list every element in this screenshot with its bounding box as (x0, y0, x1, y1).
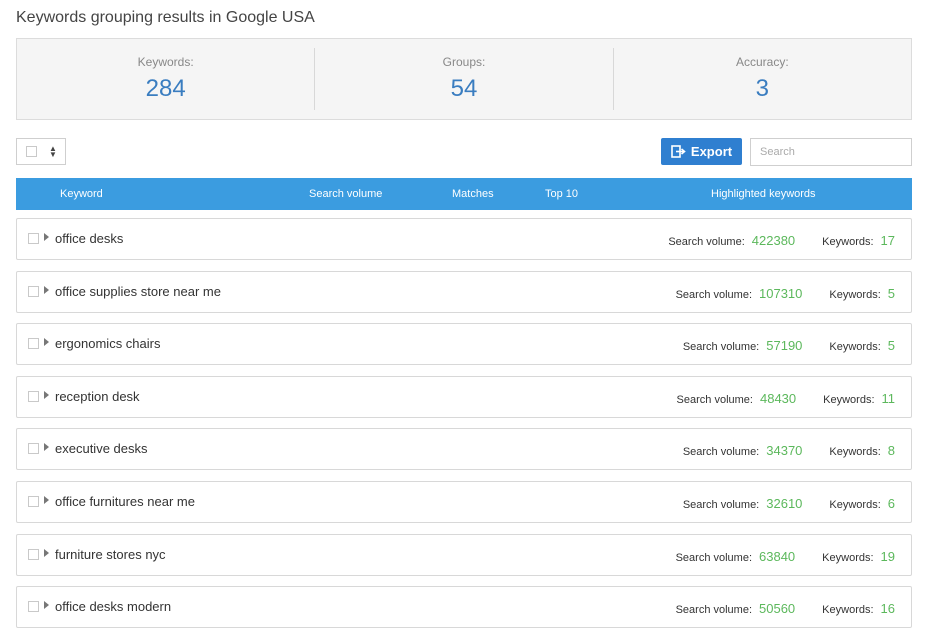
row-checkbox[interactable] (28, 286, 39, 297)
search-volume-label: Search volume: (668, 236, 745, 248)
search-input[interactable] (750, 138, 912, 166)
column-highlighted-keywords[interactable]: Highlighted keywords (711, 188, 816, 200)
search-volume-value: 422380 (751, 233, 796, 248)
stat-accuracy: Accuracy: 3 (614, 48, 911, 110)
row-metrics: Search volume: 422380 Keywords: 17 (668, 233, 895, 248)
stat-keywords: Keywords: 284 (17, 48, 316, 110)
keywords-count-label: Keywords: (829, 446, 881, 458)
export-label: Export (690, 144, 733, 159)
search-volume-label: Search volume: (675, 289, 753, 301)
select-all-dropdown[interactable]: ▲ ▼ (16, 138, 66, 165)
search-volume-label: Search volume: (682, 446, 760, 458)
group-keyword: executive desks (55, 441, 148, 456)
group-keyword: furniture stores nyc (55, 547, 166, 562)
search-volume-value: 32610 (766, 496, 803, 511)
keywords-count-label: Keywords: (829, 289, 881, 301)
keywords-count-value: 19 (880, 549, 895, 564)
search-volume-label: Search volume: (682, 341, 760, 353)
column-search-volume[interactable]: Search volume (309, 188, 382, 200)
search-volume-value: 107310 (759, 286, 803, 301)
keywords-count-label: Keywords: (822, 604, 874, 616)
search-volume-label: Search volume: (675, 552, 753, 564)
row-metrics: Search volume: 50560 Keywords: 16 (676, 601, 895, 616)
table-row[interactable]: furniture stores nyc Search volume: 63840 K… (16, 534, 912, 576)
keywords-count-value: 6 (887, 496, 895, 511)
stat-label: Groups: (442, 55, 486, 69)
expand-caret-icon[interactable] (44, 233, 49, 241)
column-keyword[interactable]: Keyword (60, 188, 103, 200)
column-matches[interactable]: Matches (452, 188, 494, 200)
row-metrics: Search volume: 34370 Keywords: 8 (683, 443, 895, 458)
table-header: Keyword Search volume Matches Top 10 Hig… (16, 178, 912, 210)
keywords-count-label: Keywords: (822, 552, 874, 564)
keywords-count-value: 11 (881, 391, 896, 406)
keywords-count-value: 5 (887, 338, 895, 353)
table-row[interactable]: office supplies store near me Search volu… (16, 271, 912, 313)
expand-caret-icon[interactable] (44, 391, 49, 399)
keywords-count-label: Keywords: (822, 236, 874, 248)
table-row[interactable]: office furnitures near me Search volume: 3… (16, 481, 912, 523)
expand-caret-icon[interactable] (44, 443, 49, 451)
search-volume-label: Search volume: (682, 499, 760, 511)
keywords-count-value: 17 (880, 233, 895, 248)
search-volume-value: 63840 (759, 549, 796, 564)
search-volume-label: Search volume: (676, 394, 753, 406)
group-keyword: office desks (55, 231, 124, 246)
keywords-count-label: Keywords: (823, 394, 875, 406)
stat-value: 3 (755, 75, 769, 102)
row-checkbox[interactable] (28, 233, 39, 244)
row-metrics: Search volume: 57190 Keywords: 5 (683, 338, 895, 353)
keywords-count-label: Keywords: (829, 499, 881, 511)
table-row[interactable]: executive desks Search volume: 34370 Keywor… (16, 428, 912, 470)
stat-groups: Groups: 54 (315, 48, 614, 110)
row-metrics: Search volume: 107310 Keywords: 5 (676, 286, 895, 301)
row-metrics: Search volume: 32610 Keywords: 6 (683, 496, 895, 511)
table-row[interactable]: reception desk Search volume: 48430 Keyword… (16, 376, 912, 418)
group-keyword: office supplies store near me (55, 284, 221, 299)
keywords-count-value: 16 (880, 601, 895, 616)
expand-caret-icon[interactable] (44, 601, 49, 609)
table-row[interactable]: office desks Search volume: 422380 Keywords… (16, 218, 912, 260)
stat-value: 284 (145, 75, 186, 102)
stat-label: Keywords: (137, 55, 194, 69)
keywords-count-value: 8 (887, 443, 895, 458)
search-volume-label: Search volume: (675, 604, 753, 616)
expand-caret-icon[interactable] (44, 286, 49, 294)
search-volume-value: 34370 (766, 443, 803, 458)
row-metrics: Search volume: 48430 Keywords: 11 (677, 391, 895, 406)
row-checkbox[interactable] (28, 601, 39, 612)
group-keyword: ergonomics chairs (55, 336, 161, 351)
stats-panel: Keywords: 284 Groups: 54 Accuracy: 3 (16, 38, 912, 120)
stat-label: Accuracy: (735, 55, 789, 69)
up-down-arrows-icon[interactable]: ▲ ▼ (49, 144, 57, 158)
row-metrics: Search volume: 63840 Keywords: 19 (676, 549, 895, 564)
search-volume-value: 57190 (766, 338, 803, 353)
search-volume-value: 48430 (759, 391, 797, 406)
export-button[interactable]: Export (661, 138, 742, 165)
search-volume-value: 50560 (759, 601, 796, 616)
keywords-count-value: 5 (887, 286, 895, 301)
row-checkbox[interactable] (28, 391, 39, 402)
table-row[interactable]: office desks modern Search volume: 50560 Ke… (16, 586, 912, 628)
row-checkbox[interactable] (28, 338, 39, 349)
group-keyword: office desks modern (55, 599, 172, 614)
expand-caret-icon[interactable] (44, 549, 49, 557)
row-checkbox[interactable] (28, 549, 39, 560)
export-icon (671, 145, 686, 158)
select-all-checkbox[interactable] (26, 146, 37, 157)
row-checkbox[interactable] (28, 443, 39, 454)
row-checkbox[interactable] (28, 496, 39, 507)
table-row[interactable]: ergonomics chairs Search volume: 57190 Keyw… (16, 323, 912, 365)
expand-caret-icon[interactable] (44, 338, 49, 346)
group-keyword: reception desk (55, 389, 140, 404)
expand-caret-icon[interactable] (44, 496, 49, 504)
keywords-count-label: Keywords: (829, 341, 881, 353)
page-title: Keywords grouping results in Google USA (16, 9, 315, 26)
group-keyword: office furnitures near me (55, 494, 195, 509)
column-top-10[interactable]: Top 10 (545, 188, 578, 200)
stat-value: 54 (450, 75, 478, 102)
